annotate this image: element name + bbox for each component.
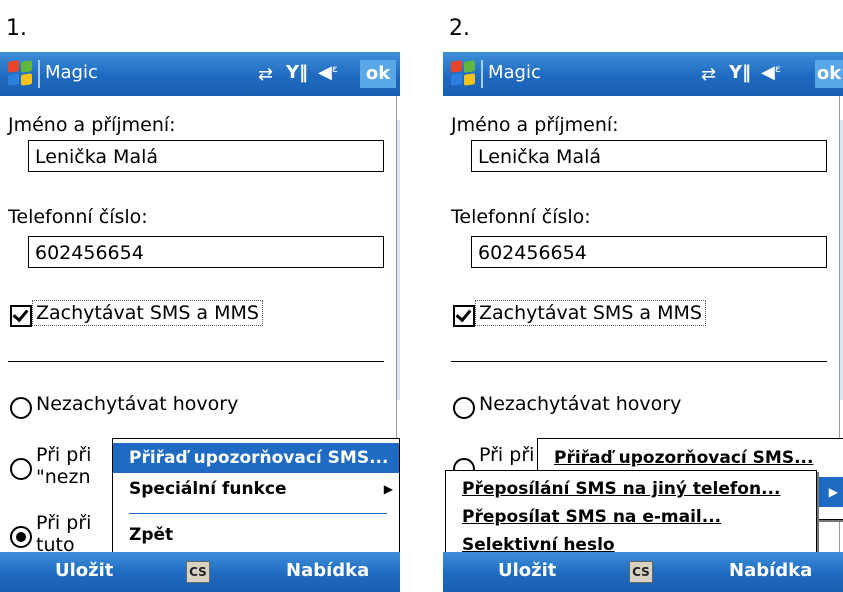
- input-language-icon[interactable]: CS: [629, 561, 653, 583]
- soft-key-bar: Uložit CS Nabídka: [0, 552, 400, 592]
- volume-icon[interactable]: ◀ᵋ: [761, 62, 781, 83]
- phone-field[interactable]: 602456654: [471, 236, 827, 268]
- name-field[interactable]: Lenička Malá: [28, 140, 384, 172]
- menu-item-assign-sms[interactable]: Přiřaď upozorňovací SMS...: [538, 443, 843, 473]
- divider: [8, 361, 384, 362]
- connectivity-icon[interactable]: ⇄: [701, 64, 716, 85]
- radio-option-2-label-line2: "nezn: [36, 466, 91, 488]
- phone-screen-1: Magic ⇄ Y‖ ◀ᵋ ok Jméno a příjmení: Lenič…: [0, 52, 400, 592]
- title-separator: [38, 60, 40, 88]
- submenu-arrow-icon: ▶: [383, 482, 393, 496]
- radio-option-2-label: Při při: [36, 444, 92, 466]
- save-softkey[interactable]: Uložit: [498, 560, 556, 581]
- radio-option-3-label: Při při: [36, 512, 92, 534]
- capture-sms-checkbox[interactable]: [10, 305, 32, 327]
- connectivity-icon[interactable]: ⇄: [258, 64, 273, 85]
- save-softkey[interactable]: Uložit: [55, 560, 113, 581]
- submenu: Přeposílání SMS na jiný telefon... Přepo…: [445, 470, 817, 564]
- volume-icon[interactable]: ◀ᵋ: [318, 62, 338, 83]
- app-title: Magic: [488, 62, 541, 83]
- signal-icon[interactable]: Y‖: [729, 62, 751, 83]
- menu-separator: [129, 513, 387, 514]
- app-title: Magic: [45, 62, 98, 83]
- menu-item-back[interactable]: Zpět: [113, 521, 399, 549]
- menu-softkey[interactable]: Nabídka: [286, 560, 369, 581]
- radio-option-2-label: Při při: [479, 444, 535, 466]
- title-bar: Magic ⇄ Y‖ ◀ᵋ ok: [0, 52, 400, 96]
- phone-field[interactable]: 602456654: [28, 236, 384, 268]
- phone-screen-2: Magic ⇄ Y‖ ◀ᵋ ok Jméno a příjmení: Lenič…: [443, 52, 843, 592]
- soft-key-bar: Uložit CS Nabídka: [443, 552, 843, 592]
- capture-sms-checkbox[interactable]: [453, 305, 475, 327]
- submenu-arrow-icon: ▶: [828, 485, 838, 499]
- step-number-2: 2.: [449, 16, 470, 41]
- capture-sms-label[interactable]: Zachytávat SMS a MMS: [475, 300, 706, 326]
- title-separator: [481, 60, 483, 88]
- radio-option-3[interactable]: [10, 526, 32, 548]
- menu-softkey[interactable]: Nabídka: [729, 560, 812, 581]
- submenu-item-forward-phone[interactable]: Přeposílání SMS na jiný telefon...: [446, 475, 816, 503]
- radio-no-capture-label: Nezachytávat hovory: [36, 393, 239, 415]
- phone-label: Telefonní číslo:: [8, 206, 148, 228]
- name-label: Jméno a příjmení:: [8, 114, 176, 136]
- context-menu: Přiřaď upozorňovací SMS... Speciální fun…: [112, 438, 400, 556]
- scroll-track[interactable]: [397, 120, 400, 400]
- menu-item-assign-sms[interactable]: Přiřaď upozorňovací SMS...: [113, 443, 399, 473]
- menu-item-special-functions[interactable]: Speciální funkce ▶: [113, 475, 399, 503]
- capture-sms-label[interactable]: Zachytávat SMS a MMS: [32, 300, 263, 326]
- title-bar: Magic ⇄ Y‖ ◀ᵋ ok: [443, 52, 843, 96]
- radio-no-capture-label: Nezachytávat hovory: [479, 393, 682, 415]
- radio-no-capture[interactable]: [10, 397, 32, 419]
- start-menu-icon[interactable]: [8, 60, 34, 87]
- divider: [451, 361, 827, 362]
- name-field[interactable]: Lenička Malá: [471, 140, 827, 172]
- ok-button[interactable]: ok: [815, 60, 843, 88]
- radio-no-capture[interactable]: [453, 397, 475, 419]
- ok-button[interactable]: ok: [360, 60, 396, 88]
- step-number-1: 1.: [6, 16, 27, 41]
- start-menu-icon[interactable]: [451, 60, 477, 87]
- name-label: Jméno a příjmení:: [451, 114, 619, 136]
- radio-option-2[interactable]: [10, 458, 32, 480]
- submenu-item-forward-email[interactable]: Přeposílat SMS na e-mail...: [446, 503, 816, 531]
- signal-icon[interactable]: Y‖: [286, 62, 308, 83]
- phone-label: Telefonní číslo:: [451, 206, 591, 228]
- input-language-icon[interactable]: CS: [186, 561, 210, 583]
